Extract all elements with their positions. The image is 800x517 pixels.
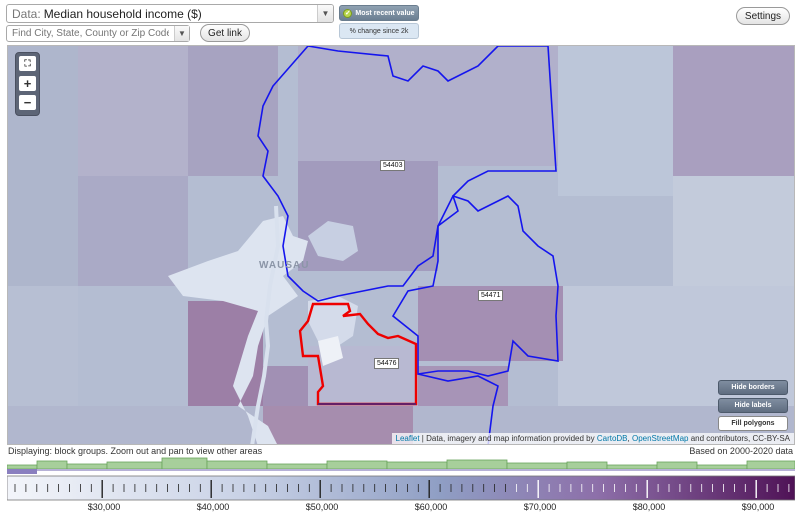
zip-label: 54471 (478, 290, 504, 301)
choropleth-layer (8, 46, 794, 444)
data-select-prefix: Data: (12, 6, 41, 21)
data-select[interactable]: Data: Median household income ($) ▼ (6, 4, 334, 23)
legend-tick-label: $90,000 (742, 502, 775, 512)
attribution-suffix: and contributors, CC-BY-SA (688, 434, 790, 443)
settings-button[interactable]: Settings (736, 7, 790, 25)
most-recent-value-toggle[interactable]: ✓ Most recent value (339, 5, 419, 21)
chevron-down-icon[interactable]: ▼ (317, 5, 333, 22)
pct-change-toggle[interactable]: % change since 2k (339, 23, 419, 39)
app-root: Data: Median household income ($) ▼ ▼ Ge… (0, 0, 800, 514)
attribution-text: | Data, imagery and map information prov… (419, 434, 597, 443)
most-recent-label: Most recent value (355, 9, 415, 17)
openstreetmap-link[interactable]: OpenStreetMap (632, 434, 688, 443)
checkmark-icon: ✓ (343, 8, 353, 18)
based-on-note: Based on 2000-2020 data (689, 446, 793, 456)
cartodb-link[interactable]: CartoDB (597, 434, 628, 443)
toolbar: Data: Median household income ($) ▼ ▼ Ge… (0, 0, 800, 46)
hide-labels-button[interactable]: Hide labels (718, 398, 788, 413)
legend-tick-label: $80,000 (633, 502, 666, 512)
hide-borders-button[interactable]: Hide borders (718, 380, 788, 395)
town-label: WAUSAU (259, 260, 310, 271)
zip-label: 54403 (380, 160, 406, 171)
income-legend[interactable]: $30,000 $40,000 $50,000 $60,000 $70,000 … (6, 456, 796, 514)
legend-tick-label: $70,000 (524, 502, 557, 512)
map-attribution: Leaflet | Data, imagery and map informat… (391, 433, 794, 444)
displaying-note: Displaying: block groups. Zoom out and p… (8, 446, 263, 456)
legend-tick-label: $30,000 (88, 502, 121, 512)
zip-label: 54476 (374, 358, 400, 369)
legend-tick-label: $60,000 (415, 502, 448, 512)
zoom-out-button[interactable]: − (19, 95, 36, 110)
zoom-in-button[interactable]: + (19, 76, 36, 91)
fullscreen-icon[interactable]: ⛶ (19, 56, 36, 71)
location-search-input[interactable] (6, 25, 190, 42)
legend-graphic: $30,000 $40,000 $50,000 $60,000 $70,000 … (6, 457, 796, 512)
leaflet-link[interactable]: Leaflet (396, 434, 420, 443)
fill-polygons-button[interactable]: Fill polygons (718, 416, 788, 431)
map-canvas[interactable]: ⛶ + − WAUSAU 54403 54471 54476 Hide bord… (7, 45, 795, 445)
chevron-down-icon[interactable]: ▼ (174, 26, 189, 41)
data-select-value: Median household income ($) (43, 6, 202, 21)
get-link-button[interactable]: Get link (200, 24, 250, 42)
zoom-controls: ⛶ + − (15, 52, 40, 116)
legend-tick-label: $40,000 (197, 502, 230, 512)
legend-tick-label: $50,000 (306, 502, 339, 512)
